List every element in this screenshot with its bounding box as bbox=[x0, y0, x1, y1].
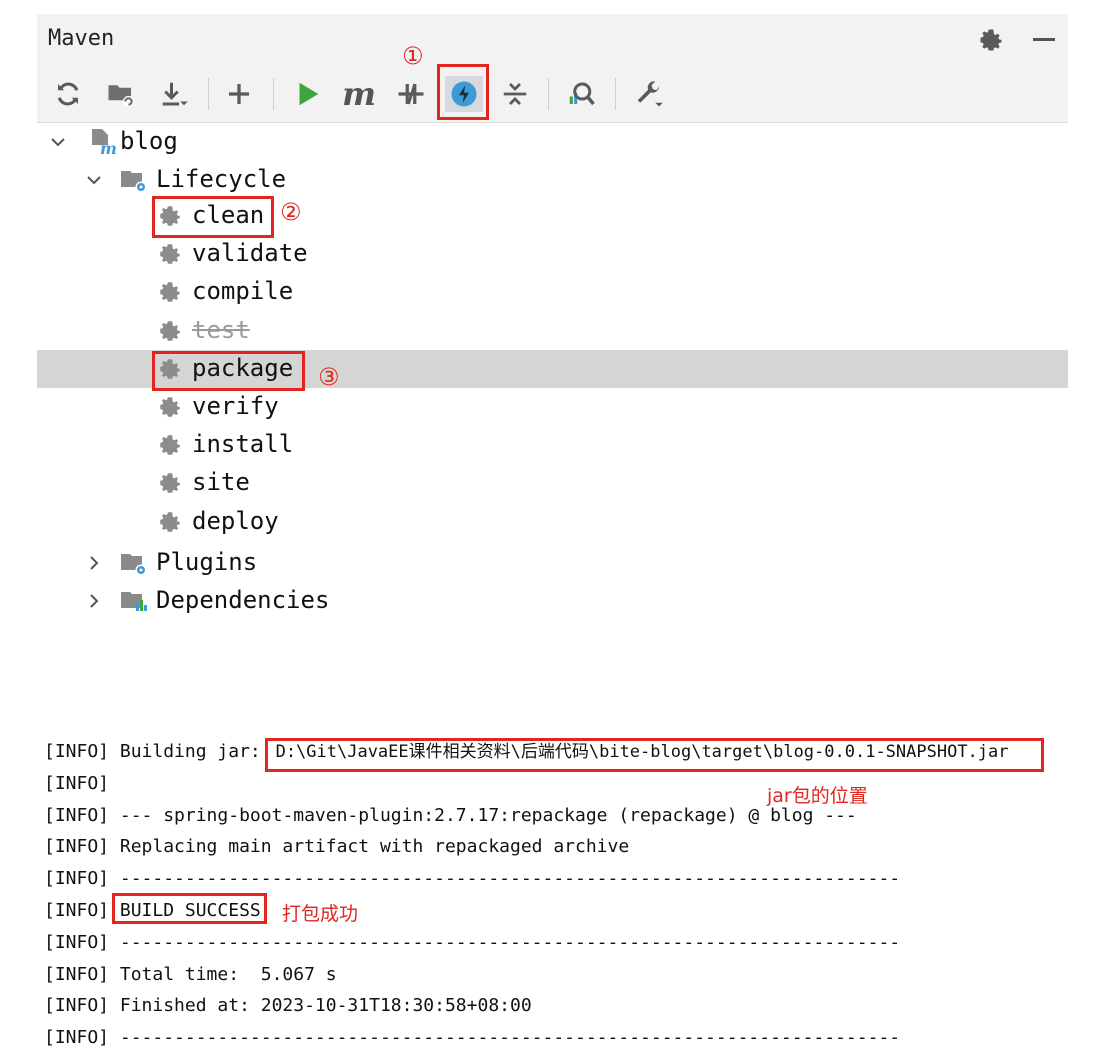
console-text: ----------------------------------------… bbox=[119, 932, 901, 953]
goal-gear-icon bbox=[157, 394, 185, 422]
console-line: [INFO] --- spring-boot-maven-plugin:2.7.… bbox=[44, 800, 857, 832]
tree-dependencies-label[interactable]: Dependencies bbox=[156, 586, 329, 614]
tree-goal-install[interactable]: install bbox=[192, 430, 293, 458]
generate-sources-icon[interactable] bbox=[103, 76, 139, 112]
run-icon[interactable] bbox=[289, 76, 325, 112]
chevron-down-icon[interactable] bbox=[48, 132, 68, 152]
console-line: [INFO] ---------------------------------… bbox=[44, 1022, 900, 1054]
add-icon[interactable] bbox=[221, 76, 257, 112]
tree-plugins-label[interactable]: Plugins bbox=[156, 548, 257, 576]
goal-gear-icon bbox=[157, 432, 185, 460]
goal-gear-icon bbox=[157, 470, 185, 498]
console-text: Building jar: bbox=[119, 741, 272, 762]
collapse-all-icon[interactable] bbox=[497, 76, 533, 112]
console-line: [INFO] ---------------------------------… bbox=[44, 863, 900, 895]
reload-icon[interactable] bbox=[50, 76, 86, 112]
highlight-box-skip-tests bbox=[437, 64, 489, 120]
chevron-right-icon[interactable] bbox=[84, 591, 104, 611]
console-line: [INFO] Replacing main artifact with repa… bbox=[44, 831, 629, 863]
annotation-build-success: 打包成功 bbox=[282, 903, 359, 925]
plugins-folder-icon bbox=[120, 549, 148, 577]
console-line: [INFO] ---------------------------------… bbox=[44, 927, 900, 959]
dependencies-folder-icon bbox=[120, 587, 148, 615]
console-prefix: [INFO] bbox=[44, 741, 120, 762]
console-line: [INFO] Finished at: 2023-10-31T18:30:58+… bbox=[44, 990, 532, 1022]
tree-goal-validate[interactable]: validate bbox=[192, 239, 308, 267]
console-prefix: [INFO] bbox=[44, 932, 120, 953]
highlight-box-jar-path bbox=[265, 738, 1044, 772]
goal-gear-icon bbox=[157, 509, 185, 537]
goal-gear-icon bbox=[157, 241, 185, 269]
gear-icon[interactable] bbox=[977, 26, 1005, 54]
wrench-icon[interactable] bbox=[631, 76, 667, 112]
toggle-offline-icon[interactable] bbox=[393, 76, 429, 112]
console-prefix: [INFO] bbox=[44, 900, 120, 921]
highlight-box-build-success bbox=[112, 893, 267, 924]
console-prefix: [INFO] bbox=[44, 805, 120, 826]
console-prefix: [INFO] bbox=[44, 964, 120, 985]
svg-text:m: m bbox=[100, 139, 116, 155]
annotation-jar-location: jar包的位置 bbox=[767, 785, 868, 807]
tree-goal-compile[interactable]: compile bbox=[192, 277, 293, 305]
console-text: --- spring-boot-maven-plugin:2.7.17:repa… bbox=[119, 805, 857, 826]
console-text: ----------------------------------------… bbox=[119, 868, 901, 889]
console-prefix: [INFO] bbox=[44, 868, 120, 889]
goal-gear-icon bbox=[157, 279, 185, 307]
console-prefix: [INFO] bbox=[44, 1027, 120, 1048]
annotation-step-1: ① bbox=[402, 42, 424, 70]
execute-goal-glyph: m bbox=[342, 75, 376, 113]
console-text: Finished at: 2023-10-31T18:30:58+08:00 bbox=[119, 995, 532, 1016]
console-prefix: [INFO] bbox=[44, 836, 120, 857]
maven-project-icon: m bbox=[88, 127, 117, 158]
analyze-dependencies-icon[interactable] bbox=[563, 76, 599, 112]
highlight-box-clean bbox=[152, 196, 274, 238]
chevron-right-icon[interactable] bbox=[84, 553, 104, 573]
console-prefix: [INFO] bbox=[44, 995, 120, 1016]
tree-goal-verify[interactable]: verify bbox=[192, 392, 279, 420]
tool-window-header: Maven bbox=[37, 14, 1068, 66]
tree-project-label[interactable]: blog bbox=[120, 127, 178, 155]
annotation-step-3: ③ bbox=[318, 363, 340, 391]
goal-gear-icon bbox=[157, 318, 185, 346]
console-text: Total time: 5.067 s bbox=[119, 964, 337, 985]
lifecycle-folder-icon bbox=[120, 166, 148, 194]
console-line: [INFO] Total time: 5.067 s bbox=[44, 959, 337, 991]
console-line: [INFO] bbox=[44, 768, 109, 800]
execute-goal-icon[interactable]: m bbox=[341, 75, 377, 113]
maven-toolbar: m bbox=[37, 66, 1068, 123]
minimize-icon[interactable] bbox=[1033, 38, 1055, 41]
tool-window-title: Maven bbox=[48, 26, 115, 51]
highlight-box-package bbox=[152, 351, 305, 391]
console-text: Replacing main artifact with repackaged … bbox=[119, 836, 630, 857]
console-text: ----------------------------------------… bbox=[119, 1027, 901, 1048]
download-icon[interactable] bbox=[156, 76, 192, 112]
tree-goal-deploy[interactable]: deploy bbox=[192, 507, 279, 535]
annotation-step-2: ② bbox=[280, 198, 302, 226]
chevron-down-icon[interactable] bbox=[84, 170, 104, 190]
tree-lifecycle-label[interactable]: Lifecycle bbox=[156, 165, 286, 193]
tree-goal-site[interactable]: site bbox=[192, 468, 250, 496]
console-prefix: [INFO] bbox=[44, 773, 110, 794]
tree-goal-test[interactable]: test bbox=[192, 316, 250, 344]
